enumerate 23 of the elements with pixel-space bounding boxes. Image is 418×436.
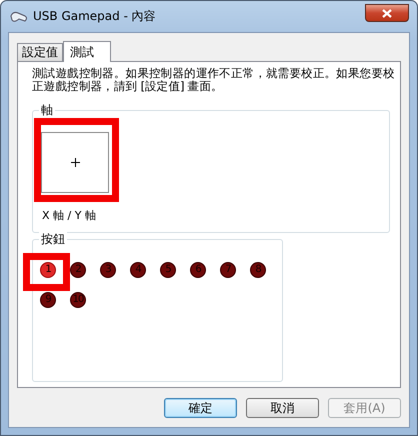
dialog-button[interactable]: 取消 [246,398,319,418]
tab[interactable]: 測試 [63,41,111,62]
button-indicator: 5 [160,262,176,278]
tab[interactable]: 設定值 [17,43,63,61]
gamepad-icon [10,10,28,24]
button-indicator: 7 [220,262,236,278]
button-indicator: 3 [100,262,116,278]
button-indicator: 9 [40,292,56,308]
axis-label: X 軸 / Y 軸 [42,208,97,223]
button-indicator: 1 [40,262,56,278]
button-indicator: 6 [190,262,206,278]
button-indicator: 10 [70,292,86,308]
group-title: 按鈕 [39,231,67,247]
crosshair-icon [70,158,80,167]
group-title: 軸 [39,102,55,118]
close-button[interactable] [365,4,409,22]
window-title: USB Gamepad - 內容 [33,8,156,25]
button-indicator: 8 [250,262,266,278]
dialog-button[interactable]: 確定 [164,398,237,418]
button-indicator: 2 [70,262,86,278]
instruction-text: 測試遊戲控制器。如果控制器的運作不正常，就需要校正。如果您要校正遊戲控制器，請到 [設定值] 畫面。 [32,67,396,93]
button-indicator: 4 [130,262,146,278]
close-icon [382,8,392,18]
